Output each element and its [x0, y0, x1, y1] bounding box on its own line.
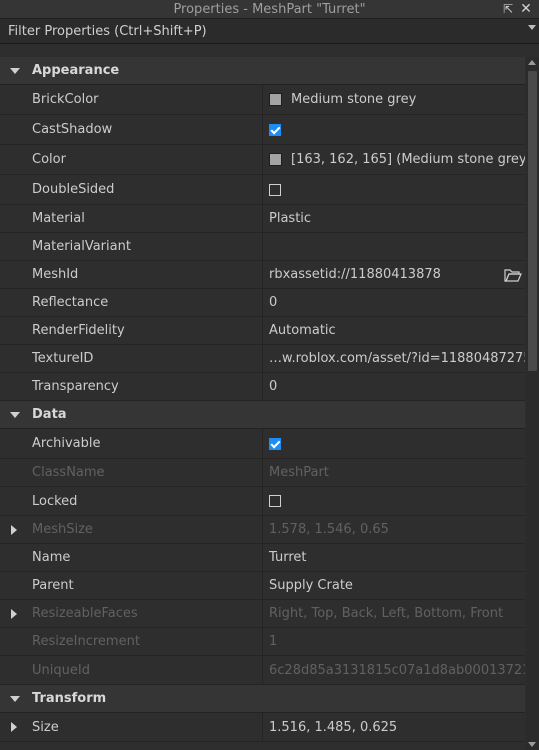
property-name: ResizeIncrement: [0, 628, 263, 655]
property-row-size[interactable]: Size 1.516, 1.485, 0.625: [0, 713, 525, 742]
folder-open-icon[interactable]: [504, 267, 522, 283]
property-value[interactable]: [263, 233, 525, 260]
property-name: Color: [0, 145, 263, 174]
property-name: Name: [0, 544, 263, 571]
property-value[interactable]: Supply Crate: [263, 572, 525, 599]
property-row-materialvariant[interactable]: MaterialVariant: [0, 233, 525, 261]
doublesided-checkbox[interactable]: [269, 183, 281, 196]
property-name: Transparency: [0, 373, 263, 400]
property-row-brickcolor[interactable]: BrickColor Medium stone grey: [0, 85, 525, 115]
property-name: Archivable: [0, 429, 263, 458]
property-row-parent[interactable]: Parent Supply Crate: [0, 572, 525, 600]
scrollbar-thumb[interactable]: [528, 71, 537, 371]
property-name: MaterialVariant: [0, 233, 263, 260]
filter-placeholder: Filter Properties (Ctrl+Shift+P): [8, 23, 207, 39]
property-name: Parent: [0, 572, 263, 599]
window-title: Properties - MeshPart "Turret": [173, 1, 366, 17]
scroll-down-icon[interactable]: [528, 742, 536, 747]
property-row-name[interactable]: Name Turret: [0, 544, 525, 572]
section-appearance[interactable]: Appearance: [0, 57, 525, 85]
property-row-renderfidelity[interactable]: RenderFidelity Automatic: [0, 317, 525, 345]
property-value: 6c28d85a3131815c07a1d8ab00013721: [269, 662, 525, 678]
locked-checkbox[interactable]: [269, 495, 281, 507]
castshadow-checkbox[interactable]: [269, 123, 281, 136]
property-row-uniqueid: UniqueId 6c28d85a3131815c07a1d8ab0001372…: [0, 656, 525, 685]
undock-icon[interactable]: ⇱: [499, 0, 517, 18]
close-icon[interactable]: ✕: [517, 0, 535, 18]
property-name: TextureID: [0, 345, 263, 372]
property-value[interactable]: 0: [263, 289, 525, 316]
property-row-reflectance[interactable]: Reflectance 0: [0, 289, 525, 317]
collapse-icon[interactable]: [10, 67, 20, 74]
section-data[interactable]: Data: [0, 401, 525, 429]
property-value[interactable]: Medium stone grey: [263, 85, 525, 114]
property-value[interactable]: 1.516, 1.485, 0.625: [263, 713, 525, 741]
property-name: UniqueId: [0, 656, 263, 684]
property-value[interactable]: Automatic: [263, 317, 525, 344]
property-name: Size: [32, 719, 59, 735]
section-label: Data: [32, 407, 67, 422]
property-row-meshsize: MeshSize 1.578, 1.546, 0.65: [0, 516, 525, 544]
filter-dropdown-icon[interactable]: [528, 25, 536, 30]
property-row-meshid[interactable]: MeshId rbxassetid://11880413878: [0, 261, 525, 289]
property-value: MeshPart: [269, 465, 329, 480]
properties-list: Appearance BrickColor Medium stone grey …: [0, 57, 525, 742]
archivable-checkbox[interactable]: [269, 437, 281, 450]
property-row-transparency[interactable]: Transparency 0: [0, 373, 525, 401]
expand-icon[interactable]: [11, 524, 17, 535]
property-value: 1: [269, 634, 278, 649]
brickcolor-value: Medium stone grey: [291, 92, 417, 107]
property-value[interactable]: [163, 162, 165] (Medium stone grey): [263, 145, 525, 174]
collapse-icon[interactable]: [10, 411, 20, 418]
filter-properties-input[interactable]: Filter Properties (Ctrl+Shift+P): [0, 19, 539, 44]
title-bar: Properties - MeshPart "Turret" ⇱ ✕: [0, 0, 539, 19]
property-row-locked[interactable]: Locked: [0, 487, 525, 516]
expand-icon[interactable]: [11, 722, 17, 732]
property-value[interactable]: Plastic: [263, 205, 525, 232]
property-name: DoubleSided: [0, 175, 263, 204]
color-value: [163, 162, 165] (Medium stone grey): [291, 152, 525, 167]
property-name: MeshId: [0, 261, 263, 288]
expand-icon[interactable]: [11, 608, 17, 619]
color-swatch-icon[interactable]: [269, 153, 282, 166]
property-row-textureid[interactable]: TextureID …w.roblox.com/asset/?id=118804…: [0, 345, 525, 373]
property-row-resizeincrement: ResizeIncrement 1: [0, 628, 525, 656]
meshid-value: rbxassetid://11880413878: [269, 267, 441, 282]
section-transform[interactable]: Transform: [0, 685, 525, 713]
collapse-icon[interactable]: [10, 695, 20, 702]
property-row-doublesided[interactable]: DoubleSided: [0, 175, 525, 205]
property-name: ResizeableFaces: [32, 606, 138, 621]
property-value: Right, Top, Back, Left, Bottom, Front: [269, 606, 504, 621]
property-row-resizeablefaces: ResizeableFaces Right, Top, Back, Left, …: [0, 600, 525, 628]
property-value[interactable]: …w.roblox.com/asset/?id=11880487275: [263, 345, 525, 372]
scrollbar[interactable]: [526, 57, 539, 750]
property-name: MeshSize: [32, 522, 93, 537]
property-value: 1.578, 1.546, 0.65: [269, 522, 389, 537]
property-name: ClassName: [0, 459, 263, 486]
property-name: CastShadow: [0, 115, 263, 144]
scroll-up-icon[interactable]: [528, 60, 536, 65]
property-value[interactable]: 0: [263, 373, 525, 400]
property-row-castshadow[interactable]: CastShadow: [0, 115, 525, 145]
property-row-material[interactable]: Material Plastic: [0, 205, 525, 233]
property-name: RenderFidelity: [0, 317, 263, 344]
section-label: Appearance: [32, 63, 120, 78]
property-value[interactable]: rbxassetid://11880413878: [263, 261, 525, 288]
property-name: Locked: [0, 487, 263, 515]
property-row-color[interactable]: Color [163, 162, 165] (Medium stone grey…: [0, 145, 525, 175]
property-name: Material: [0, 205, 263, 232]
property-name: Reflectance: [0, 289, 263, 316]
section-label: Transform: [32, 691, 107, 706]
color-swatch-icon[interactable]: [269, 93, 282, 106]
property-row-archivable[interactable]: Archivable: [0, 429, 525, 459]
property-row-classname: ClassName MeshPart: [0, 459, 525, 487]
property-name: BrickColor: [0, 85, 263, 114]
property-value[interactable]: Turret: [263, 544, 525, 571]
